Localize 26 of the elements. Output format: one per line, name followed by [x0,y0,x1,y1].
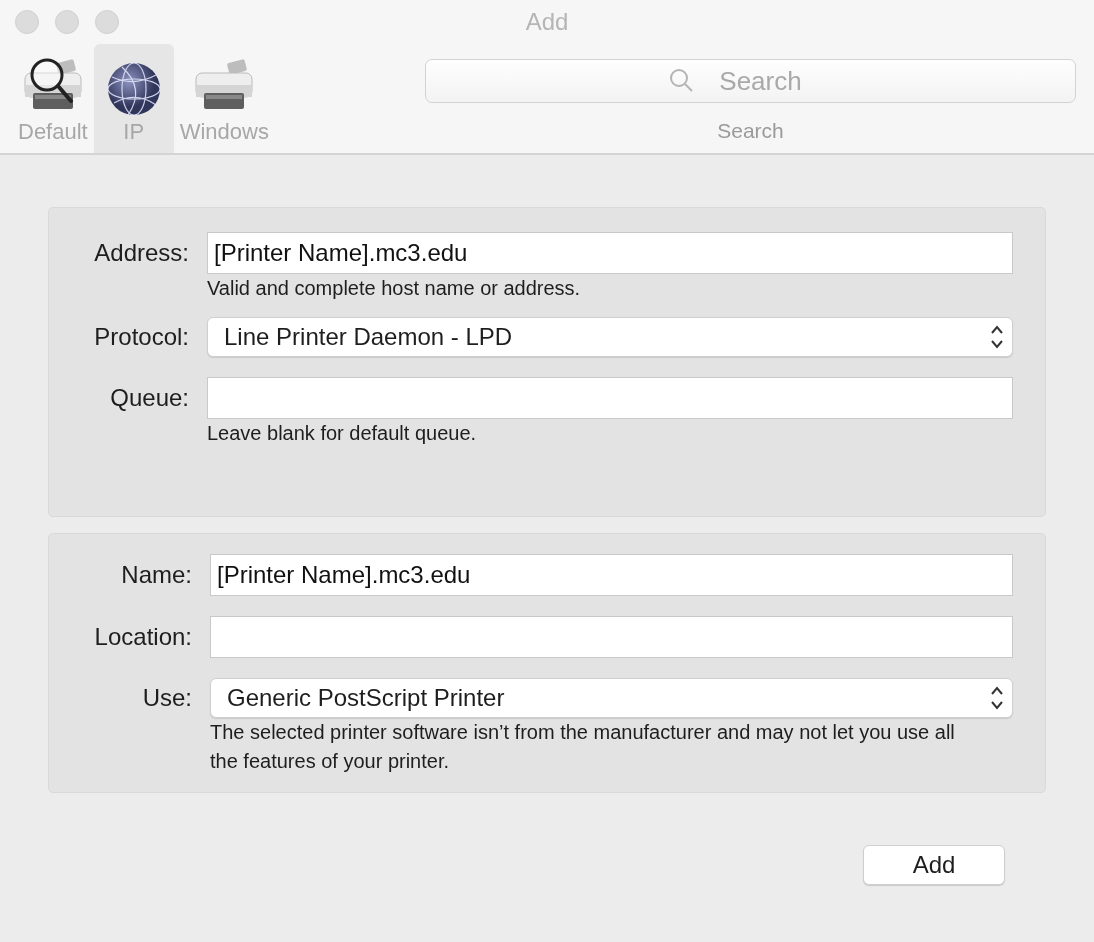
field-label: Protocol: [93,323,189,351]
hint-text: Leave blank for default queue. [207,421,478,446]
popup-button[interactable]: Generic PostScript Printer [210,678,1013,718]
text-field[interactable]: [Printer Name].mc3.edu [207,232,1013,274]
search-icon [669,68,695,94]
search-label: Search [717,119,784,143]
globe-icon [105,61,162,117]
minimize-button[interactable] [55,10,79,34]
search-field[interactable]: Search [425,59,1076,103]
hint-text: The selected printer software isn’t from the manufacturer and may not let you use all the features of your printer. [210,720,956,774]
chevrons-icon [990,685,1004,711]
text-field[interactable] [207,377,1013,419]
text-field[interactable]: [Printer Name].mc3.edu [210,554,1013,596]
field-label: Location: [93,623,192,651]
text-field[interactable] [210,616,1013,658]
field-label: Use: [141,684,192,712]
add-button[interactable]: Add [863,845,1005,885]
zoom-button[interactable] [95,10,119,34]
field-label: Address: [93,239,189,267]
field-label: Name: [120,561,192,589]
field-label: Queue: [109,384,189,412]
chevrons-icon [990,324,1004,350]
popup-button[interactable]: Line Printer Daemon - LPD [207,317,1013,357]
close-button[interactable] [15,10,39,34]
window-title: Add [525,8,569,36]
hint-text: Valid and complete host name or address. [207,276,582,301]
